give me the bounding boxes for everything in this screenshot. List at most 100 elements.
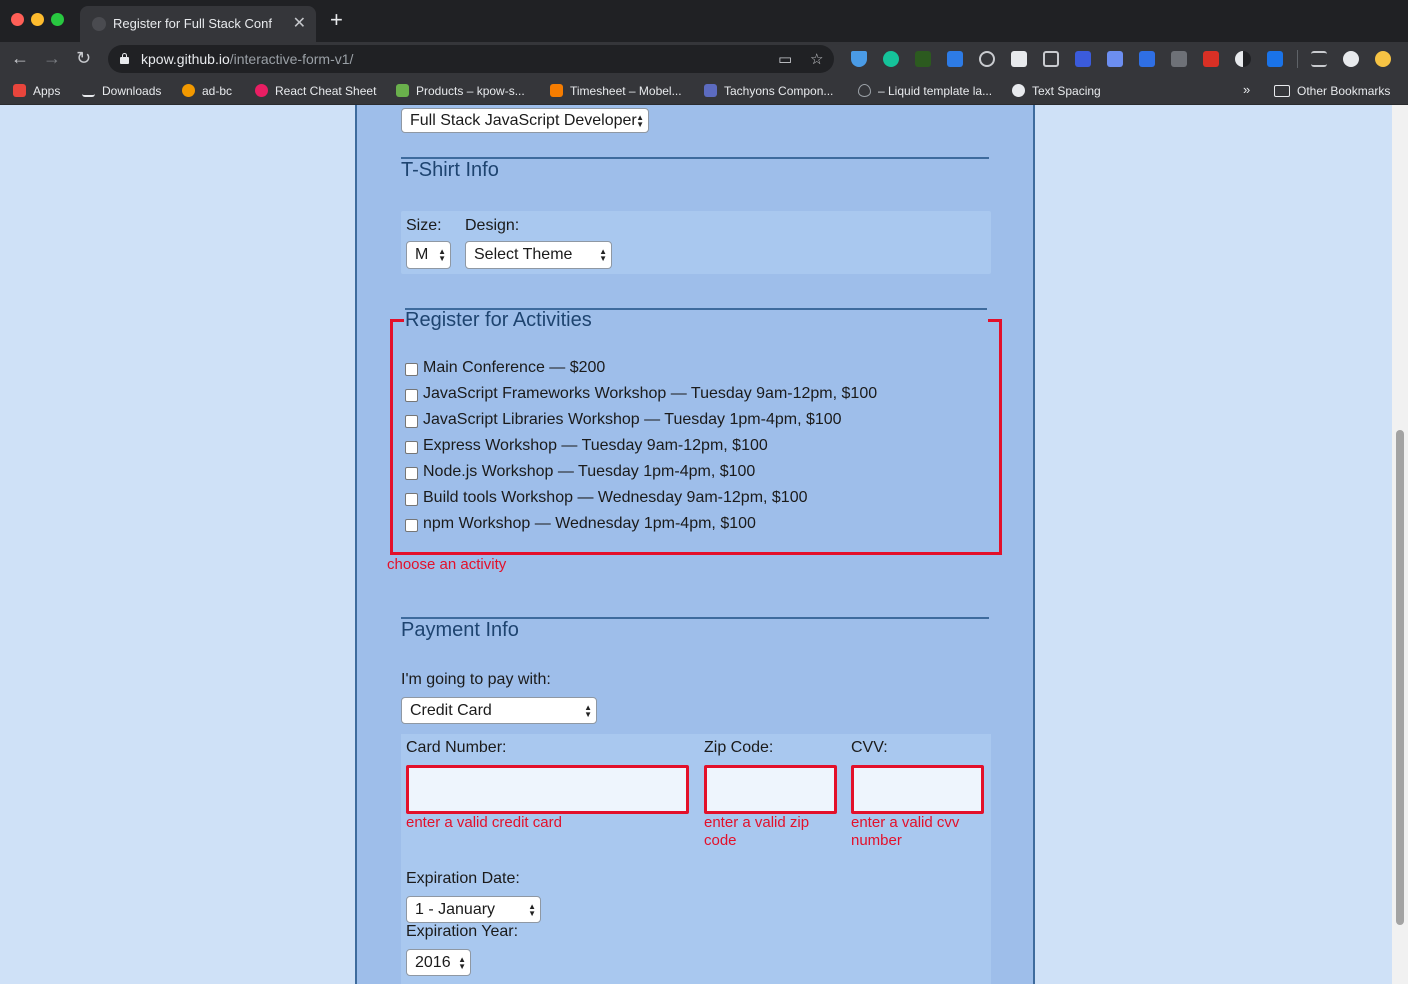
activities-error-message: choose an activity [387, 556, 507, 573]
design-label: Design: [465, 217, 520, 234]
browser-tab[interactable]: Register for Full Stack Conf ✕ [80, 6, 316, 42]
bookmark-star-icon[interactable]: ☆ [810, 50, 823, 68]
folder-icon [1274, 85, 1290, 97]
browser-tab-bar: Register for Full Stack Conf ✕ + [0, 0, 1408, 42]
minimize-window-button[interactable] [31, 13, 44, 26]
select-arrows-icon: ▲ ▼ [584, 702, 592, 719]
registration-form: Full Stack JavaScript Developer ▲ ▼ T-Shi… [355, 105, 1035, 984]
payment-method-value: Credit Card [410, 702, 492, 719]
zip-code-error-line: enter a valid zip [704, 814, 810, 831]
toolbar-separator [1297, 50, 1298, 68]
pay-with-label: I'm going to pay with: [401, 671, 551, 688]
expiration-year-label: Expiration Year: [406, 923, 519, 940]
extension-red-icon[interactable] [1203, 51, 1219, 67]
extension-diamond-icon[interactable] [851, 51, 867, 67]
react-devtools-icon[interactable] [979, 51, 995, 67]
activity-checkbox[interactable] [405, 493, 418, 506]
bookmark-liquid-template[interactable]: – Liquid template la... [858, 83, 992, 99]
back-arrow-icon[interactable]: ← [11, 48, 29, 68]
activity-label: JavaScript Libraries Workshop — Tuesday … [423, 411, 842, 428]
close-window-button[interactable] [11, 13, 24, 26]
activity-checkbox[interactable] [405, 389, 418, 402]
cvv-error-line: number [851, 832, 902, 849]
select-arrows-icon: ▲ ▼ [599, 247, 607, 263]
expiration-month-select[interactable]: 1 - January ▲ ▼ [406, 896, 541, 923]
maximize-window-button[interactable] [51, 13, 64, 26]
cvv-input[interactable] [851, 765, 984, 814]
page-scrollbar[interactable] [1392, 105, 1408, 984]
size-select[interactable]: M ▲ ▼ [406, 241, 451, 269]
card-number-label: Card Number: [406, 739, 507, 756]
ad-bc-icon [182, 84, 195, 97]
activity-checkbox[interactable] [405, 363, 418, 376]
bookmark-downloads[interactable]: Downloads [82, 83, 161, 99]
scrollbar-thumb[interactable] [1396, 430, 1404, 925]
extension-bw-icon[interactable] [915, 51, 931, 67]
cast-icon[interactable]: ▭ [778, 50, 792, 68]
activity-label: Express Workshop — Tuesday 9am-12pm, $10… [423, 437, 768, 454]
design-select-value: Select Theme [474, 246, 573, 263]
design-select[interactable]: Select Theme ▲ ▼ [465, 241, 612, 269]
activity-checkbox[interactable] [405, 467, 418, 480]
reload-icon[interactable]: ↻ [76, 48, 91, 68]
activity-label: Main Conference — $200 [423, 359, 606, 376]
select-arrows-icon: ▲ ▼ [458, 954, 466, 971]
forward-arrow-icon[interactable]: → [43, 48, 61, 68]
browser-toolbar: ← → ↻ kpow.github.io/interactive-form-v1… [0, 42, 1408, 76]
bookmark-tachyons[interactable]: Tachyons Compon... [704, 83, 833, 99]
new-tab-button[interactable]: + [330, 9, 343, 31]
bookmark-apps[interactable]: Apps [13, 83, 60, 99]
reading-list-icon[interactable] [1311, 51, 1327, 67]
card-number-error: enter a valid credit card [406, 814, 562, 831]
page-viewport: Full Stack JavaScript Developer ▲ ▼ T-Shi… [0, 105, 1392, 984]
activity-label: Build tools Workshop — Wednesday 9am-12p… [423, 489, 808, 506]
bookmark-other-bookmarks[interactable]: Other Bookmarks [1274, 83, 1390, 99]
extension-c-icon[interactable] [1171, 51, 1187, 67]
activities-border-corner-left [390, 319, 404, 322]
cvv-label: CVV: [851, 739, 888, 756]
activity-checkbox[interactable] [405, 441, 418, 454]
close-tab-icon[interactable]: ✕ [293, 13, 306, 33]
bookmark-ad-bc[interactable]: ad-bc [182, 83, 232, 99]
extension-s-icon[interactable] [947, 51, 963, 67]
bookmark-timesheet[interactable]: Timesheet – Mobel... [550, 83, 682, 99]
profile-avatar[interactable] [1343, 51, 1359, 67]
save-icon[interactable] [1107, 51, 1123, 67]
select-arrows-icon: ▲ ▼ [528, 901, 536, 918]
grammarly-icon[interactable] [883, 51, 899, 67]
dark-mode-icon[interactable] [1235, 51, 1251, 67]
wheelchair-icon[interactable] [1267, 51, 1283, 67]
update-icon[interactable] [1375, 51, 1391, 67]
size-select-value: M [415, 246, 429, 263]
more-bookmarks-chevron-icon[interactable]: » [1243, 82, 1250, 97]
job-role-select[interactable]: Full Stack JavaScript Developer ▲ ▼ [401, 108, 649, 133]
job-role-select-value: Full Stack JavaScript Developer [410, 112, 637, 129]
text-spacing-icon [1012, 84, 1025, 97]
payment-method-select[interactable]: Credit Card ▲ ▼ [401, 697, 597, 724]
address-bar[interactable]: kpow.github.io/interactive-form-v1/ ▭ ☆ [108, 45, 834, 73]
timesheet-icon [550, 84, 563, 97]
cvv-error: enter a valid cvv number [851, 814, 959, 850]
activity-checkbox[interactable] [405, 519, 418, 532]
card-number-input[interactable] [406, 765, 689, 814]
payment-section-title: Payment Info [401, 619, 519, 641]
expiration-month-value: 1 - January [415, 901, 496, 918]
liquid-drop-icon [858, 84, 871, 97]
zip-code-error: enter a valid zip code [704, 814, 809, 850]
bookmark-products[interactable]: Products – kpow-s... [396, 83, 525, 99]
expiration-year-select[interactable]: 2016 ▲ ▼ [406, 949, 471, 976]
react-icon [255, 84, 268, 97]
bookmark-react-cheat-sheet[interactable]: React Cheat Sheet [255, 83, 376, 99]
lock-icon [120, 53, 129, 64]
bookmark-text-spacing[interactable]: Text Spacing [1012, 83, 1101, 99]
notion-icon[interactable] [1011, 51, 1027, 67]
linkedin-icon[interactable] [1139, 51, 1155, 67]
select-arrows-icon: ▲ ▼ [636, 112, 644, 129]
activity-label: npm Workshop — Wednesday 1pm-4pm, $100 [423, 515, 756, 532]
accessibility-icon[interactable] [1075, 51, 1091, 67]
tachyons-icon [704, 84, 717, 97]
window-icon[interactable] [1043, 51, 1059, 67]
bookmarks-bar: Apps Downloads ad-bc React Cheat Sheet P… [0, 76, 1408, 105]
activity-checkbox[interactable] [405, 415, 418, 428]
zip-code-input[interactable] [704, 765, 837, 814]
